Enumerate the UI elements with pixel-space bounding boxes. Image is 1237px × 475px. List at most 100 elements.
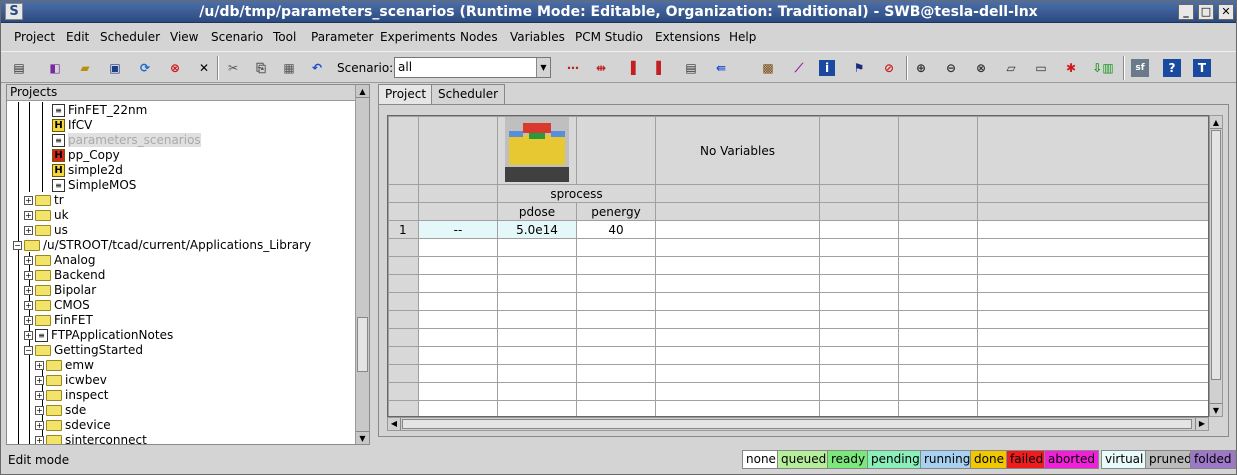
parameter-grid[interactable]: No Variables sprocess pdose penergy 1 --… [387, 115, 1209, 417]
scroll-up-icon[interactable]: ▲ [1210, 116, 1222, 129]
tree-item[interactable]: ≡ FinFET_22nm [52, 103, 147, 118]
scroll-down-icon[interactable]: ▼ [356, 431, 369, 444]
tab-project[interactable]: Project [378, 84, 434, 104]
collapse-icon[interactable]: − [13, 241, 22, 250]
menu-edit[interactable]: Edit [66, 30, 89, 44]
tree-item[interactable]: −/u/STROOT/tcad/current/Applications_Lib… [13, 238, 311, 253]
chart-icon[interactable]: ⟋ [789, 58, 809, 78]
preprocess-icon[interactable]: ⇚ [711, 58, 731, 78]
expand-icon[interactable]: + [35, 391, 44, 400]
layout-icon[interactable]: ▤ [681, 58, 701, 78]
scroll-thumb[interactable] [1211, 130, 1221, 380]
tree-item[interactable]: + emw [35, 358, 94, 373]
undo-icon[interactable]: ↶ [307, 58, 327, 78]
view-node-icon[interactable]: ▱ [1001, 58, 1021, 78]
table-cell[interactable] [898, 220, 978, 239]
scroll-down-icon[interactable]: ▼ [1210, 403, 1222, 416]
table-cell[interactable] [977, 220, 1208, 239]
menu-scenario[interactable]: Scenario [211, 30, 263, 44]
add-column-icon[interactable]: ▌ [651, 58, 671, 78]
tree-item[interactable]: + sdevice [35, 418, 111, 433]
tree-item-selected[interactable]: ≡ parameters_scenarios [52, 133, 201, 148]
tree-item[interactable]: + Analog [24, 253, 95, 268]
tree-item[interactable]: Hsimple2d [52, 163, 123, 178]
menu-tool[interactable]: Tool [273, 30, 296, 44]
new-icon[interactable]: ▤ [9, 58, 29, 78]
menu-variables[interactable]: Variables [510, 30, 565, 44]
close-button[interactable]: ✕ [1218, 4, 1234, 20]
expand-icon[interactable]: + [24, 316, 33, 325]
refresh-icon[interactable]: ⟳ [135, 58, 155, 78]
save-icon[interactable]: ▣ [105, 58, 125, 78]
table-cell[interactable]: -- [418, 220, 498, 239]
tree-item[interactable]: + CMOS [24, 298, 90, 313]
menu-extensions[interactable]: Extensions [655, 30, 720, 44]
grid-vertical-scrollbar[interactable]: ▲ ▼ [1209, 115, 1223, 417]
expand-icon[interactable]: + [35, 376, 44, 385]
expand-icon[interactable]: + [35, 436, 44, 444]
tree-item[interactable]: + icwbev [35, 373, 107, 388]
maximize-button[interactable]: □ [1198, 4, 1214, 20]
tool-name[interactable]: sprocess [497, 184, 656, 203]
menu-scheduler[interactable]: Scheduler [100, 30, 160, 44]
expand-icon[interactable]: + [24, 256, 33, 265]
stop-icon[interactable]: ⊘ [879, 58, 899, 78]
tree-item[interactable]: + sinterconnect [35, 433, 147, 444]
info-icon[interactable]: i [819, 60, 835, 76]
expand-icon[interactable]: + [24, 331, 33, 340]
tree-item[interactable]: + FinFET [24, 313, 93, 328]
project-tree[interactable]: ≡ FinFET_22nm H IfCV ≡ parameters_scenarios… [7, 102, 355, 444]
paste-icon[interactable]: ▦ [279, 58, 299, 78]
table-cell[interactable] [655, 220, 820, 239]
penergy-cell[interactable]: 40 [576, 220, 656, 239]
tree-item[interactable]: + uk [24, 208, 69, 223]
expand-icon[interactable]: + [24, 271, 33, 280]
terminal-icon[interactable]: sf [1131, 59, 1149, 77]
abort-icon[interactable]: ⊗ [165, 58, 185, 78]
row-number[interactable]: 1 [388, 220, 419, 239]
scroll-thumb[interactable] [357, 317, 368, 372]
tree-item[interactable]: + inspect [35, 388, 109, 403]
zoom-out-icon[interactable]: ⊖ [941, 58, 961, 78]
scenario-select[interactable]: all ▼ [394, 57, 551, 78]
param-header-pdose[interactable]: pdose [497, 202, 577, 221]
expand-icon[interactable]: + [24, 196, 33, 205]
remove-scenario-icon[interactable]: ⇹ [591, 58, 611, 78]
menu-view[interactable]: View [170, 30, 198, 44]
add-scenario-icon[interactable]: ⋯ [563, 58, 583, 78]
tree-item[interactable]: + tr [24, 193, 64, 208]
tool-cell[interactable] [497, 116, 577, 185]
prune-icon[interactable]: ✱ [1061, 58, 1081, 78]
copy-icon[interactable]: ⎘ [251, 58, 271, 78]
menu-parameter[interactable]: Parameter [311, 30, 373, 44]
collapse-icon[interactable]: − [24, 346, 33, 355]
tree-item[interactable]: Hpp_Copy [52, 148, 120, 163]
expand-icon[interactable]: + [24, 211, 33, 220]
menu-experiments[interactable]: Experiments [380, 30, 456, 44]
expand-icon[interactable]: + [24, 286, 33, 295]
tree-item[interactable]: H IfCV [52, 118, 92, 133]
open-project-icon[interactable]: ◧ [45, 58, 65, 78]
pdose-cell[interactable]: 5.0e14 [497, 220, 577, 239]
add-row-icon[interactable]: ▐ [621, 58, 641, 78]
expand-icon[interactable]: + [35, 406, 44, 415]
tree-item[interactable]: + sde [35, 403, 86, 418]
table-cell[interactable] [819, 220, 899, 239]
delete-icon[interactable]: ✕ [194, 58, 214, 78]
minimize-button[interactable]: _ [1178, 4, 1194, 20]
scroll-up-icon[interactable]: ▲ [356, 85, 369, 98]
grid-horizontal-scrollbar[interactable]: ◀ ▶ [387, 417, 1209, 431]
scroll-left-icon[interactable]: ◀ [388, 418, 401, 430]
run-icon[interactable]: ⚑ [849, 58, 869, 78]
export-icon[interactable]: ⇩▥ [1089, 58, 1117, 78]
expand-icon[interactable]: + [24, 226, 33, 235]
tab-scheduler[interactable]: Scheduler [431, 84, 506, 104]
scroll-thumb[interactable] [402, 419, 1192, 429]
expand-icon[interactable]: + [35, 421, 44, 430]
chevron-down-icon[interactable]: ▼ [536, 58, 550, 77]
cut-icon[interactable]: ✂ [223, 58, 243, 78]
menu-nodes[interactable]: Nodes [460, 30, 498, 44]
folder-open-icon[interactable]: ▰ [75, 58, 95, 78]
tree-scrollbar[interactable]: ▲ ▼ [355, 85, 369, 444]
tree-item[interactable]: + Bipolar [24, 283, 96, 298]
